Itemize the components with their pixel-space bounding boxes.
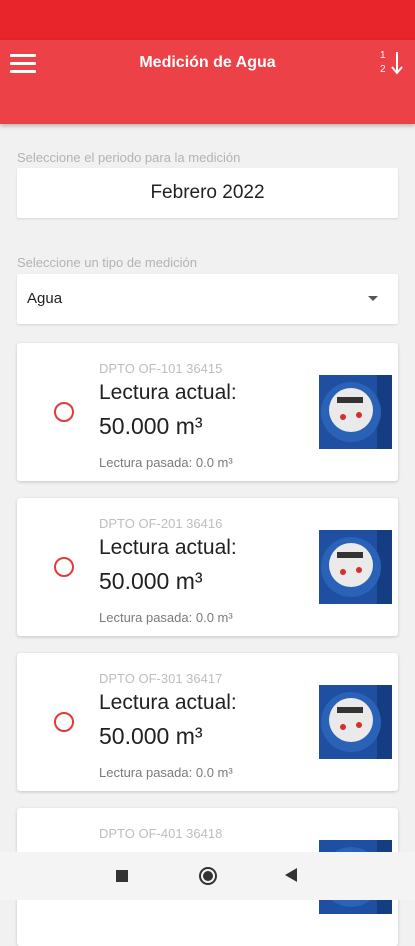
current-reading-value: 50.000 m³ (99, 568, 203, 594)
radio-button[interactable] (54, 557, 74, 577)
past-reading: Lectura pasada: 0.0 m³ (99, 765, 233, 780)
page-title: Medición de Agua (139, 54, 276, 71)
svg-text:2: 2 (380, 64, 386, 75)
reading-card[interactable]: DPTO OF-301 36417 Lectura actual: 50.000… (17, 653, 398, 791)
recent-apps-icon[interactable] (116, 870, 128, 882)
water-meter-image[interactable] (319, 685, 392, 759)
status-bar (0, 0, 415, 40)
radio-button[interactable] (54, 712, 74, 732)
reading-card[interactable]: DPTO OF-101 36415 Lectura actual: 50.000… (17, 343, 398, 481)
current-reading-label: Lectura actual: (99, 381, 237, 404)
radio-button[interactable] (54, 402, 74, 422)
unit-label: DPTO OF-101 36415 (99, 361, 223, 376)
current-reading-value: 50.000 m³ (99, 413, 203, 439)
unit-label: DPTO OF-201 36416 (99, 516, 223, 531)
measure-type-dropdown[interactable]: Agua (17, 274, 398, 324)
current-reading-label: Lectura actual: (99, 536, 237, 559)
dropdown-arrow-icon (368, 296, 378, 301)
past-reading: Lectura pasada: 0.0 m³ (99, 610, 233, 625)
period-label: Seleccione el periodo para la medición (17, 150, 241, 165)
period-selector[interactable]: Febrero 2022 (17, 168, 398, 218)
current-reading-label: Lectura actual: (99, 691, 237, 714)
svg-text:1: 1 (380, 50, 386, 61)
current-reading-value: 50.000 m³ (99, 723, 203, 749)
measure-type-value: Agua (27, 290, 63, 307)
unit-label: DPTO OF-401 36418 (99, 826, 223, 841)
past-reading: Lectura pasada: 0.0 m³ (99, 455, 233, 470)
water-meter-image[interactable] (319, 530, 392, 604)
back-icon[interactable] (285, 868, 297, 882)
measure-type-label: Seleccione un tipo de medición (17, 255, 197, 270)
water-meter-image[interactable] (319, 375, 392, 449)
home-icon[interactable] (199, 867, 217, 885)
reading-card[interactable]: DPTO OF-201 36416 Lectura actual: 50.000… (17, 498, 398, 636)
sort-numeric-icon[interactable]: 1 2 (377, 48, 407, 78)
unit-label: DPTO OF-301 36417 (99, 671, 223, 686)
